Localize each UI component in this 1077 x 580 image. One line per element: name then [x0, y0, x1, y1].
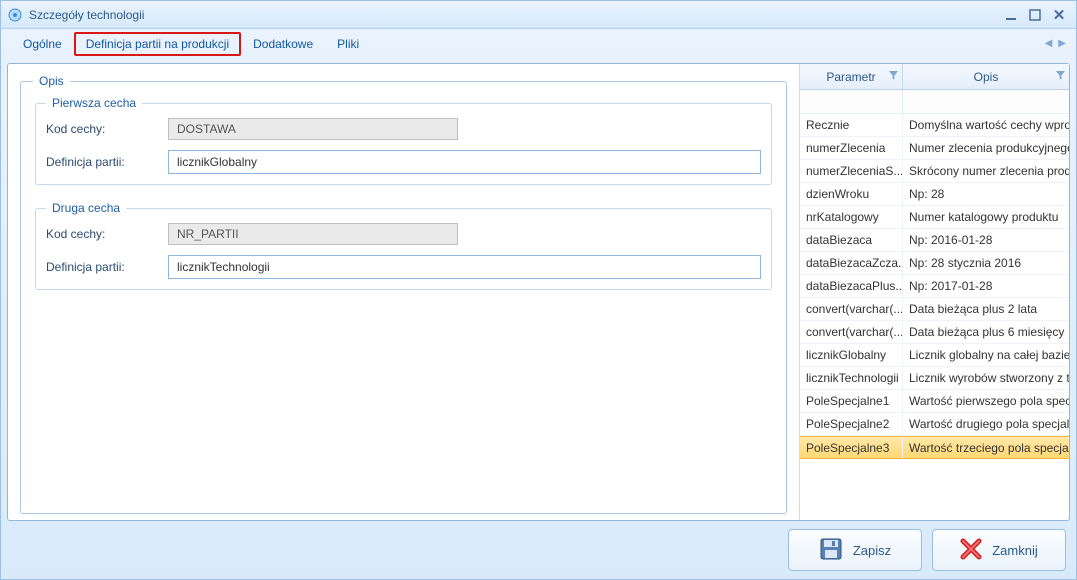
table-row[interactable]: numerZleceniaS...Skrócony numer zlecenia… — [800, 160, 1069, 183]
cell-opis: Domyślna wartość cechy wpro... — [903, 114, 1069, 136]
cell-parametr: dzienWroku — [800, 183, 903, 205]
content-area: Opis Pierwsza cecha Kod cechy: DOSTAWA D… — [7, 63, 1070, 521]
table-row[interactable]: dataBiezacaPlus...Np: 2017-01-28 — [800, 275, 1069, 298]
table-row[interactable]: PoleSpecjalne1Wartość pierwszego pola sp… — [800, 390, 1069, 413]
tab-row: Ogólne Definicja partii na produkcji Dod… — [1, 29, 1076, 58]
save-button-label: Zapisz — [853, 543, 891, 558]
tab-ogolne[interactable]: Ogólne — [11, 32, 74, 56]
tab-pliki[interactable]: Pliki — [325, 32, 371, 56]
cell-opis: Licznik globalny na całej bazie — [903, 344, 1069, 366]
table-filter-row[interactable] — [800, 90, 1069, 114]
cell-opis: Wartość trzeciego pola specjal... — [903, 437, 1069, 458]
cell-opis: Numer zlecenia produkcyjnego — [903, 137, 1069, 159]
table-row[interactable]: RecznieDomyślna wartość cechy wpro... — [800, 114, 1069, 137]
cell-parametr: PoleSpecjalne2 — [800, 413, 903, 435]
cell-opis: Np: 28 — [903, 183, 1069, 205]
tab-definicja-partii[interactable]: Definicja partii na produkcji — [74, 32, 241, 56]
cell-parametr: numerZlecenia — [800, 137, 903, 159]
column-header-opis-label: Opis — [974, 70, 999, 84]
table-row[interactable]: licznikTechnologiiLicznik wyrobów stworz… — [800, 367, 1069, 390]
close-button[interactable]: ✕ — [1048, 6, 1070, 24]
cell-parametr: licznikTechnologii — [800, 367, 903, 389]
cell-parametr: numerZleceniaS... — [800, 160, 903, 182]
cell-opis: Licznik wyrobów stworzony z t... — [903, 367, 1069, 389]
left-pane: Opis Pierwsza cecha Kod cechy: DOSTAWA D… — [8, 64, 799, 520]
tab-dodatkowe[interactable]: Dodatkowe — [241, 32, 325, 56]
table-row[interactable]: numerZleceniaNumer zlecenia produkcyjneg… — [800, 137, 1069, 160]
label-kod-cechy-1: Kod cechy: — [46, 122, 168, 136]
column-header-opis[interactable]: Opis — [903, 64, 1069, 89]
cell-parametr: convert(varchar(... — [800, 321, 903, 343]
footer: Zapisz Zamknij — [788, 529, 1066, 571]
cell-parametr: Recznie — [800, 114, 903, 136]
window-title: Szczegóły technologii — [29, 8, 144, 22]
group-druga-legend: Druga cecha — [46, 201, 126, 215]
table-row[interactable]: licznikGlobalnyLicznik globalny na całej… — [800, 344, 1069, 367]
app-icon — [7, 7, 23, 23]
minimize-button[interactable] — [1000, 6, 1022, 24]
cell-opis: Data bieżąca plus 2 lata — [903, 298, 1069, 320]
table-row[interactable]: nrKatalogowyNumer katalogowy produktu — [800, 206, 1069, 229]
cell-parametr: PoleSpecjalne1 — [800, 390, 903, 412]
cell-opis: Data bieżąca plus 6 miesięcy — [903, 321, 1069, 343]
cell-opis: Np: 2016-01-28 — [903, 229, 1069, 251]
cell-parametr: dataBiezacaPlus... — [800, 275, 903, 297]
table-row[interactable]: dataBiezacaZcza...Np: 28 stycznia 2016 — [800, 252, 1069, 275]
close-button-label: Zamknij — [992, 543, 1038, 558]
group-opis-legend: Opis — [33, 74, 70, 88]
maximize-button[interactable] — [1024, 6, 1046, 24]
cell-parametr: PoleSpecjalne3 — [800, 437, 903, 458]
cell-parametr: nrKatalogowy — [800, 206, 903, 228]
table-row[interactable]: PoleSpecjalne2Wartość drugiego pola spec… — [800, 413, 1069, 436]
filter-icon[interactable] — [889, 71, 898, 83]
close-icon — [960, 538, 982, 563]
cell-parametr: licznikGlobalny — [800, 344, 903, 366]
label-definicja-partii-1: Definicja partii: — [46, 155, 168, 169]
tab-next-icon[interactable]: ▶ — [1058, 38, 1066, 49]
filter-icon[interactable] — [1056, 71, 1065, 83]
label-definicja-partii-2: Definicja partii: — [46, 260, 168, 274]
cell-opis: Skrócony numer zlecenia prod... — [903, 160, 1069, 182]
field-kod-cechy-1: DOSTAWA — [168, 118, 458, 140]
close-button-footer[interactable]: Zamknij — [932, 529, 1066, 571]
table-header: Parametr Opis — [800, 64, 1069, 90]
cell-opis: Np: 28 stycznia 2016 — [903, 252, 1069, 274]
window: Szczegóły technologii ✕ Ogólne Definicja… — [0, 0, 1077, 580]
input-definicja-partii-1[interactable] — [168, 150, 761, 174]
tab-nav: ◀ ▶ — [1045, 38, 1066, 49]
cell-parametr: dataBiezacaZcza... — [800, 252, 903, 274]
table-row[interactable]: convert(varchar(...Data bieżąca plus 2 l… — [800, 298, 1069, 321]
cell-parametr: dataBiezaca — [800, 229, 903, 251]
group-opis: Opis Pierwsza cecha Kod cechy: DOSTAWA D… — [20, 74, 787, 514]
cell-opis: Wartość pierwszego pola specj... — [903, 390, 1069, 412]
cell-opis: Np: 2017-01-28 — [903, 275, 1069, 297]
table-body: RecznieDomyślna wartość cechy wpro...num… — [800, 114, 1069, 520]
titlebar: Szczegóły technologii ✕ — [1, 1, 1076, 29]
group-pierwsza-legend: Pierwsza cecha — [46, 96, 142, 110]
table-row[interactable]: dataBiezacaNp: 2016-01-28 — [800, 229, 1069, 252]
input-definicja-partii-2[interactable] — [168, 255, 761, 279]
right-pane: Parametr Opis RecznieDomyślna wartość ce… — [799, 64, 1069, 520]
column-header-parametr-label: Parametr — [826, 70, 875, 84]
group-pierwsza-cecha: Pierwsza cecha Kod cechy: DOSTAWA Defini… — [35, 96, 772, 185]
group-druga-cecha: Druga cecha Kod cechy: NR_PARTII Definic… — [35, 201, 772, 290]
cell-opis: Numer katalogowy produktu — [903, 206, 1069, 228]
column-header-parametr[interactable]: Parametr — [800, 64, 903, 89]
table-row[interactable]: dzienWrokuNp: 28 — [800, 183, 1069, 206]
cell-opis: Wartość drugiego pola specjal... — [903, 413, 1069, 435]
label-kod-cechy-2: Kod cechy: — [46, 227, 168, 241]
cell-parametr: convert(varchar(... — [800, 298, 903, 320]
tab-prev-icon[interactable]: ◀ — [1045, 38, 1053, 49]
table-row[interactable]: convert(varchar(...Data bieżąca plus 6 m… — [800, 321, 1069, 344]
save-button[interactable]: Zapisz — [788, 529, 922, 571]
save-icon — [819, 537, 843, 564]
field-kod-cechy-2: NR_PARTII — [168, 223, 458, 245]
table-row[interactable]: PoleSpecjalne3Wartość trzeciego pola spe… — [800, 436, 1069, 459]
